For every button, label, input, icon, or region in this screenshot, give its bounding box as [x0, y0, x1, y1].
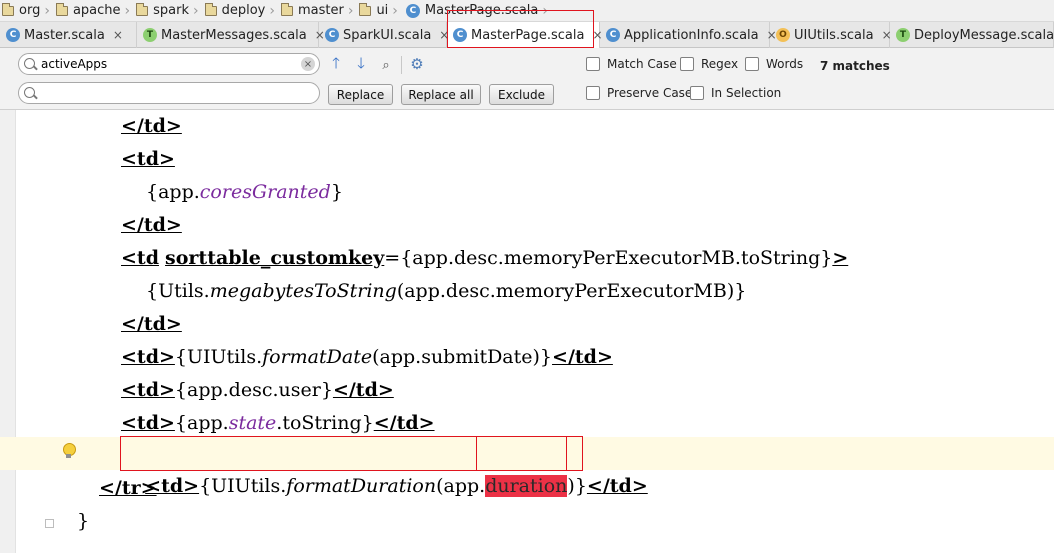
tab-master[interactable]: C Master.scala ×: [0, 22, 137, 48]
code-line: <td>: [121, 148, 175, 170]
search-input[interactable]: [41, 57, 291, 71]
folder-icon: [204, 2, 217, 16]
breadcrumb-item-file[interactable]: C MasterPage.scala ›: [402, 0, 552, 22]
code-line: <td>{UIUtils.formatDate(app.submitDate)}…: [121, 346, 613, 368]
folder-icon: [136, 2, 149, 16]
scala-class-icon: C: [453, 28, 467, 42]
breadcrumb-item-deploy[interactable]: deploy ›: [203, 0, 279, 22]
match-case-checkbox[interactable]: Match Case: [586, 57, 677, 71]
breadcrumb-item-spark[interactable]: spark ›: [134, 0, 202, 22]
find-replace-panel: × 🡑 🡓 ⌕ ⚙ Match Case Regex Words 7 match…: [0, 48, 1054, 110]
scala-class-icon: C: [6, 28, 20, 42]
exclude-button[interactable]: Exclude: [489, 84, 554, 105]
folder-icon: [2, 2, 14, 16]
search-field[interactable]: ×: [18, 53, 320, 75]
scala-object-icon: O: [776, 28, 790, 42]
replace-field[interactable]: [18, 82, 320, 104]
scala-class-icon: C: [405, 3, 420, 18]
toolbar-divider: [401, 56, 402, 74]
code-editor[interactable]: </td> <td> {app.coresGranted} </td> <td …: [0, 110, 1054, 553]
checkbox-box[interactable]: [745, 57, 759, 71]
breadcrumb-item-org[interactable]: org ›: [0, 0, 54, 22]
tab-ui-utils[interactable]: O UIUtils.scala ×: [770, 22, 892, 48]
scala-class-icon: C: [606, 28, 620, 42]
tab-application-info[interactable]: C ApplicationInfo.scala ×: [600, 22, 777, 48]
tab-deploy-message[interactable]: TDeployMessage.scala×: [890, 22, 1054, 48]
regex-checkbox[interactable]: Regex: [680, 57, 738, 71]
code-line: <td>{app.desc.user}</td>: [121, 379, 394, 401]
code-line: <td sorttable_customkey={app.desc.memory…: [121, 247, 849, 269]
tab-spark-ui[interactable]: C SparkUI.scala ×: [319, 22, 449, 48]
in-selection-checkbox[interactable]: In Selection: [690, 86, 781, 100]
code-line: </tr>: [99, 477, 157, 499]
search-icon: [24, 87, 35, 98]
find-all-icon[interactable]: ⌕: [377, 56, 395, 74]
breadcrumb-item-master[interactable]: master ›: [279, 0, 357, 22]
current-code-line: <td>{UIUtils.formatDuration(app.duration…: [0, 437, 1054, 497]
fold-marker-icon[interactable]: [45, 519, 54, 528]
preserve-case-checkbox[interactable]: Preserve Case: [586, 86, 692, 100]
editor-tabs: C Master.scala × T MasterMessages.scala × CS…: [0, 22, 1054, 48]
replace-all-button[interactable]: Replace all: [401, 84, 481, 105]
match-count: 7 matches: [820, 59, 890, 73]
scala-trait-icon: T: [143, 28, 157, 42]
code-line: </td>: [121, 214, 182, 236]
lightbulb-icon[interactable]: [63, 443, 76, 459]
checkbox-box[interactable]: [586, 57, 600, 71]
breadcrumb-item-ui[interactable]: ui ›: [357, 0, 401, 22]
code-line: }: [77, 510, 90, 532]
tab-master-page[interactable]: C MasterPage.scala ×: [447, 22, 603, 48]
tab-master-messages[interactable]: T MasterMessages.scala ×: [137, 22, 325, 48]
folder-icon: [280, 2, 293, 16]
breadcrumb: org › apache › spark › deploy › master › ui › …: [0, 0, 1054, 22]
code-line: </td>: [121, 115, 182, 137]
replace-button[interactable]: Replace: [328, 84, 393, 105]
checkbox-box[interactable]: [586, 86, 600, 100]
search-icon: [24, 58, 35, 69]
replace-input[interactable]: [41, 86, 291, 100]
code-line: {app.coresGranted}: [146, 181, 343, 203]
arrow-down-icon[interactable]: 🡓: [352, 54, 370, 74]
words-checkbox[interactable]: Words: [745, 57, 803, 71]
scala-class-icon: C: [325, 28, 339, 42]
breadcrumb-item-apache[interactable]: apache ›: [54, 0, 134, 22]
code-line: <td>{app.state.toString}</td>: [121, 412, 435, 434]
folder-icon: [55, 2, 68, 16]
folder-icon: [359, 2, 372, 16]
gear-icon[interactable]: ⚙: [408, 55, 426, 73]
checkbox-box[interactable]: [690, 86, 704, 100]
arrow-up-icon[interactable]: 🡑: [327, 54, 345, 74]
scala-trait-icon: T: [896, 28, 910, 42]
checkbox-box[interactable]: [680, 57, 694, 71]
close-icon[interactable]: ×: [113, 28, 123, 42]
code-line: {Utils.megabytesToString(app.desc.memory…: [146, 280, 747, 302]
clear-icon[interactable]: ×: [301, 57, 315, 71]
code-line: </td>: [121, 313, 182, 335]
